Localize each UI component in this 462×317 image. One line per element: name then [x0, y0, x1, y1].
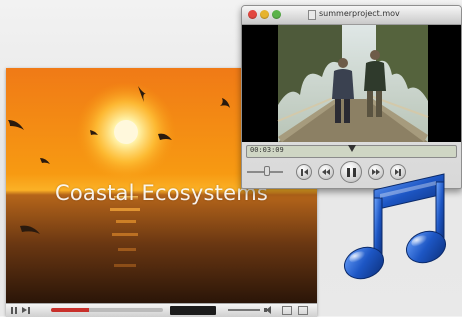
- current-time: 00:03:09: [250, 146, 284, 154]
- resize-icon[interactable]: [282, 306, 292, 315]
- volume-slider[interactable]: [228, 309, 260, 311]
- window-title: summerproject.mov: [319, 9, 400, 18]
- zoom-button[interactable]: [272, 10, 281, 19]
- playhead[interactable]: [347, 145, 356, 152]
- rewind-icon: [322, 169, 330, 175]
- progress-fill: [51, 308, 90, 312]
- speaker-icon[interactable]: [264, 306, 272, 314]
- volume-knob[interactable]: [263, 166, 270, 176]
- video-frame[interactable]: [242, 25, 461, 142]
- scrub-bar[interactable]: 00:03:09: [246, 145, 457, 158]
- close-button[interactable]: [248, 10, 257, 19]
- minimize-button[interactable]: [260, 10, 269, 19]
- movie-file-icon: [308, 10, 316, 20]
- play-pause-icon[interactable]: [10, 306, 20, 315]
- go-to-start-button[interactable]: [296, 164, 312, 180]
- fullscreen-icon[interactable]: [298, 306, 308, 315]
- rewind-button[interactable]: [318, 164, 334, 180]
- movie-player-window: summerproject.mov 00:03:09: [241, 5, 462, 189]
- skip-forward-icon[interactable]: [22, 306, 31, 315]
- card-controller-bar: [6, 303, 317, 317]
- skip-back-icon: [301, 168, 308, 176]
- window-titlebar[interactable]: summerproject.mov: [242, 6, 461, 25]
- progress-track[interactable]: [51, 308, 163, 312]
- music-note-icon[interactable]: [336, 168, 460, 288]
- time-display: [170, 306, 216, 315]
